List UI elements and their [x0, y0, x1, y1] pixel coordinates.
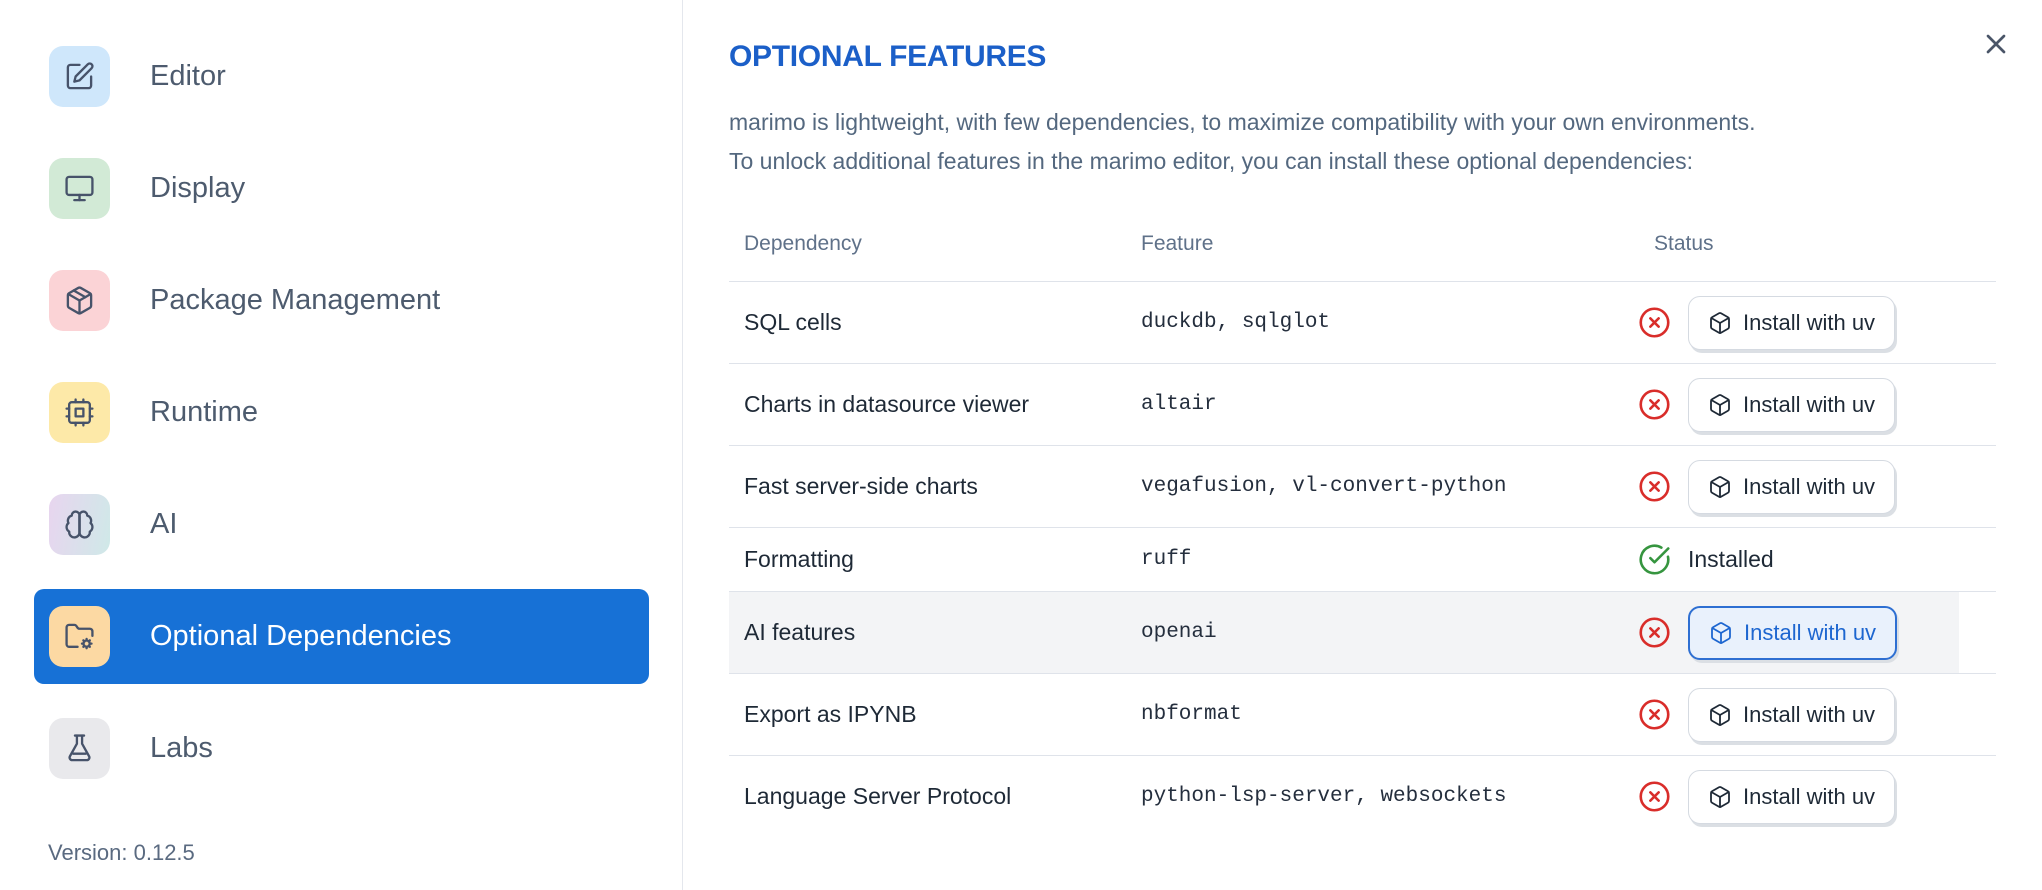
table-header-row: Dependency Feature Status [729, 207, 1996, 281]
sidebar-item-editor[interactable]: Editor [34, 29, 649, 124]
install-button-label: Install with uv [1743, 309, 1876, 335]
sidebar-item-label: Display [150, 172, 246, 204]
feature-cell: python-lsp-server, websockets [1141, 785, 1507, 808]
sidebar-item-runtime[interactable]: Runtime [34, 365, 649, 460]
column-header-feature: Feature [1141, 232, 1214, 255]
feature-cell: ruff [1141, 548, 1192, 571]
install-with-uv-button[interactable]: Install with uv [1688, 295, 1896, 350]
settings-sidebar: Editor Display Package Management Runtim… [0, 0, 683, 890]
status-cell: Install with uv [1638, 377, 1996, 432]
sidebar-item-label: Package Management [150, 284, 441, 316]
monitor-icon [49, 158, 110, 219]
feature-cell: duckdb, sqlglot [1141, 311, 1331, 334]
package-icon [1710, 785, 1730, 808]
sidebar-item-label: Editor [150, 60, 226, 92]
install-with-uv-button[interactable]: Install with uv [1688, 769, 1896, 824]
table-row: SQL cells duckdb, sqlglot Install with u… [729, 281, 1996, 363]
table-row: Language Server Protocol python-lsp-serv… [729, 755, 1996, 837]
dependency-cell: Language Server Protocol [744, 783, 1012, 809]
sidebar-item-optional-dependencies[interactable]: Optional Dependencies [34, 589, 649, 684]
sidebar-item-label: Labs [150, 732, 213, 764]
install-with-uv-button[interactable]: Install with uv [1688, 605, 1898, 660]
dependency-cell: AI features [744, 619, 856, 645]
circle-x-icon [1639, 389, 1670, 420]
package-icon [1710, 393, 1730, 416]
dependency-cell: SQL cells [744, 309, 842, 335]
flask-icon [49, 718, 110, 779]
status-cell: Install with uv [1638, 295, 1996, 350]
panel-description: marimo is lightweight, with few dependen… [729, 103, 2042, 181]
install-with-uv-button[interactable]: Install with uv [1688, 687, 1896, 742]
column-header-dependency: Dependency [744, 232, 862, 255]
package-icon [1710, 475, 1730, 498]
sidebar-item-labs[interactable]: Labs [34, 701, 649, 796]
install-button-label: Install with uv [1743, 473, 1876, 499]
circle-x-icon [1639, 781, 1670, 812]
brain-icon [49, 494, 110, 555]
dependencies-table: Dependency Feature Status SQL cells duck… [729, 207, 1996, 837]
cpu-icon [49, 382, 110, 443]
description-line: To unlock additional features in the mar… [729, 148, 1694, 174]
circle-x-icon [1639, 699, 1670, 730]
folder-cog-icon [49, 606, 110, 667]
sidebar-item-display[interactable]: Display [34, 141, 649, 236]
status-cell: Install with uv [1638, 459, 1996, 514]
status-cell: Install with uv [1638, 605, 1996, 660]
optional-features-panel: OPTIONAL FEATURES marimo is lightweight,… [683, 0, 2042, 890]
install-button-label: Install with uv [1743, 391, 1876, 417]
sidebar-item-label: Optional Dependencies [150, 620, 452, 652]
install-button-label: Install with uv [1744, 619, 1877, 645]
install-with-uv-button[interactable]: Install with uv [1688, 459, 1896, 514]
table-row: Formatting ruff Installed [729, 527, 1996, 591]
circle-x-icon [1639, 471, 1670, 502]
dependency-cell: Export as IPYNB [744, 701, 917, 727]
install-button-label: Install with uv [1743, 783, 1876, 809]
dependency-cell: Charts in datasource viewer [744, 391, 1030, 417]
table-row: Fast server-side charts vegafusion, vl-c… [729, 445, 1996, 527]
dependency-cell: Formatting [744, 546, 854, 572]
package-icon [1711, 621, 1731, 644]
status-cell: Install with uv [1638, 687, 1996, 742]
install-with-uv-button[interactable]: Install with uv [1688, 377, 1896, 432]
package-icon [1710, 703, 1730, 726]
dependency-cell: Fast server-side charts [744, 473, 978, 499]
page-title: OPTIONAL FEATURES [729, 40, 1047, 73]
sidebar-item-label: AI [150, 508, 178, 540]
feature-cell: altair [1141, 393, 1217, 416]
status-cell: Install with uv [1638, 769, 1996, 824]
circle-x-icon [1639, 307, 1670, 338]
close-icon[interactable] [1980, 28, 2012, 60]
description-line: marimo is lightweight, with few dependen… [729, 109, 1756, 135]
status-cell: Installed [1638, 543, 1996, 576]
table-row: Export as IPYNB nbformat Install with uv [729, 673, 1996, 755]
package-icon [1710, 311, 1730, 334]
feature-cell: openai [1141, 621, 1217, 644]
sidebar-item-label: Runtime [150, 396, 258, 428]
installed-status-label: Installed [1688, 546, 1774, 572]
table-row: AI features openai Install with uv [729, 591, 1996, 673]
sidebar-item-package-management[interactable]: Package Management [34, 253, 649, 348]
version-text: Version: 0.12.5 [48, 840, 195, 865]
edit-icon [49, 46, 110, 107]
package-icon [49, 270, 110, 331]
column-header-status: Status [1654, 232, 1714, 255]
install-button-label: Install with uv [1743, 701, 1876, 727]
circle-x-icon [1639, 617, 1670, 648]
circle-check-icon [1639, 544, 1670, 575]
feature-cell: nbformat [1141, 703, 1242, 726]
table-row: Charts in datasource viewer altair Insta… [729, 363, 1996, 445]
sidebar-item-ai[interactable]: AI [34, 477, 649, 572]
feature-cell: vegafusion, vl-convert-python [1141, 475, 1507, 498]
